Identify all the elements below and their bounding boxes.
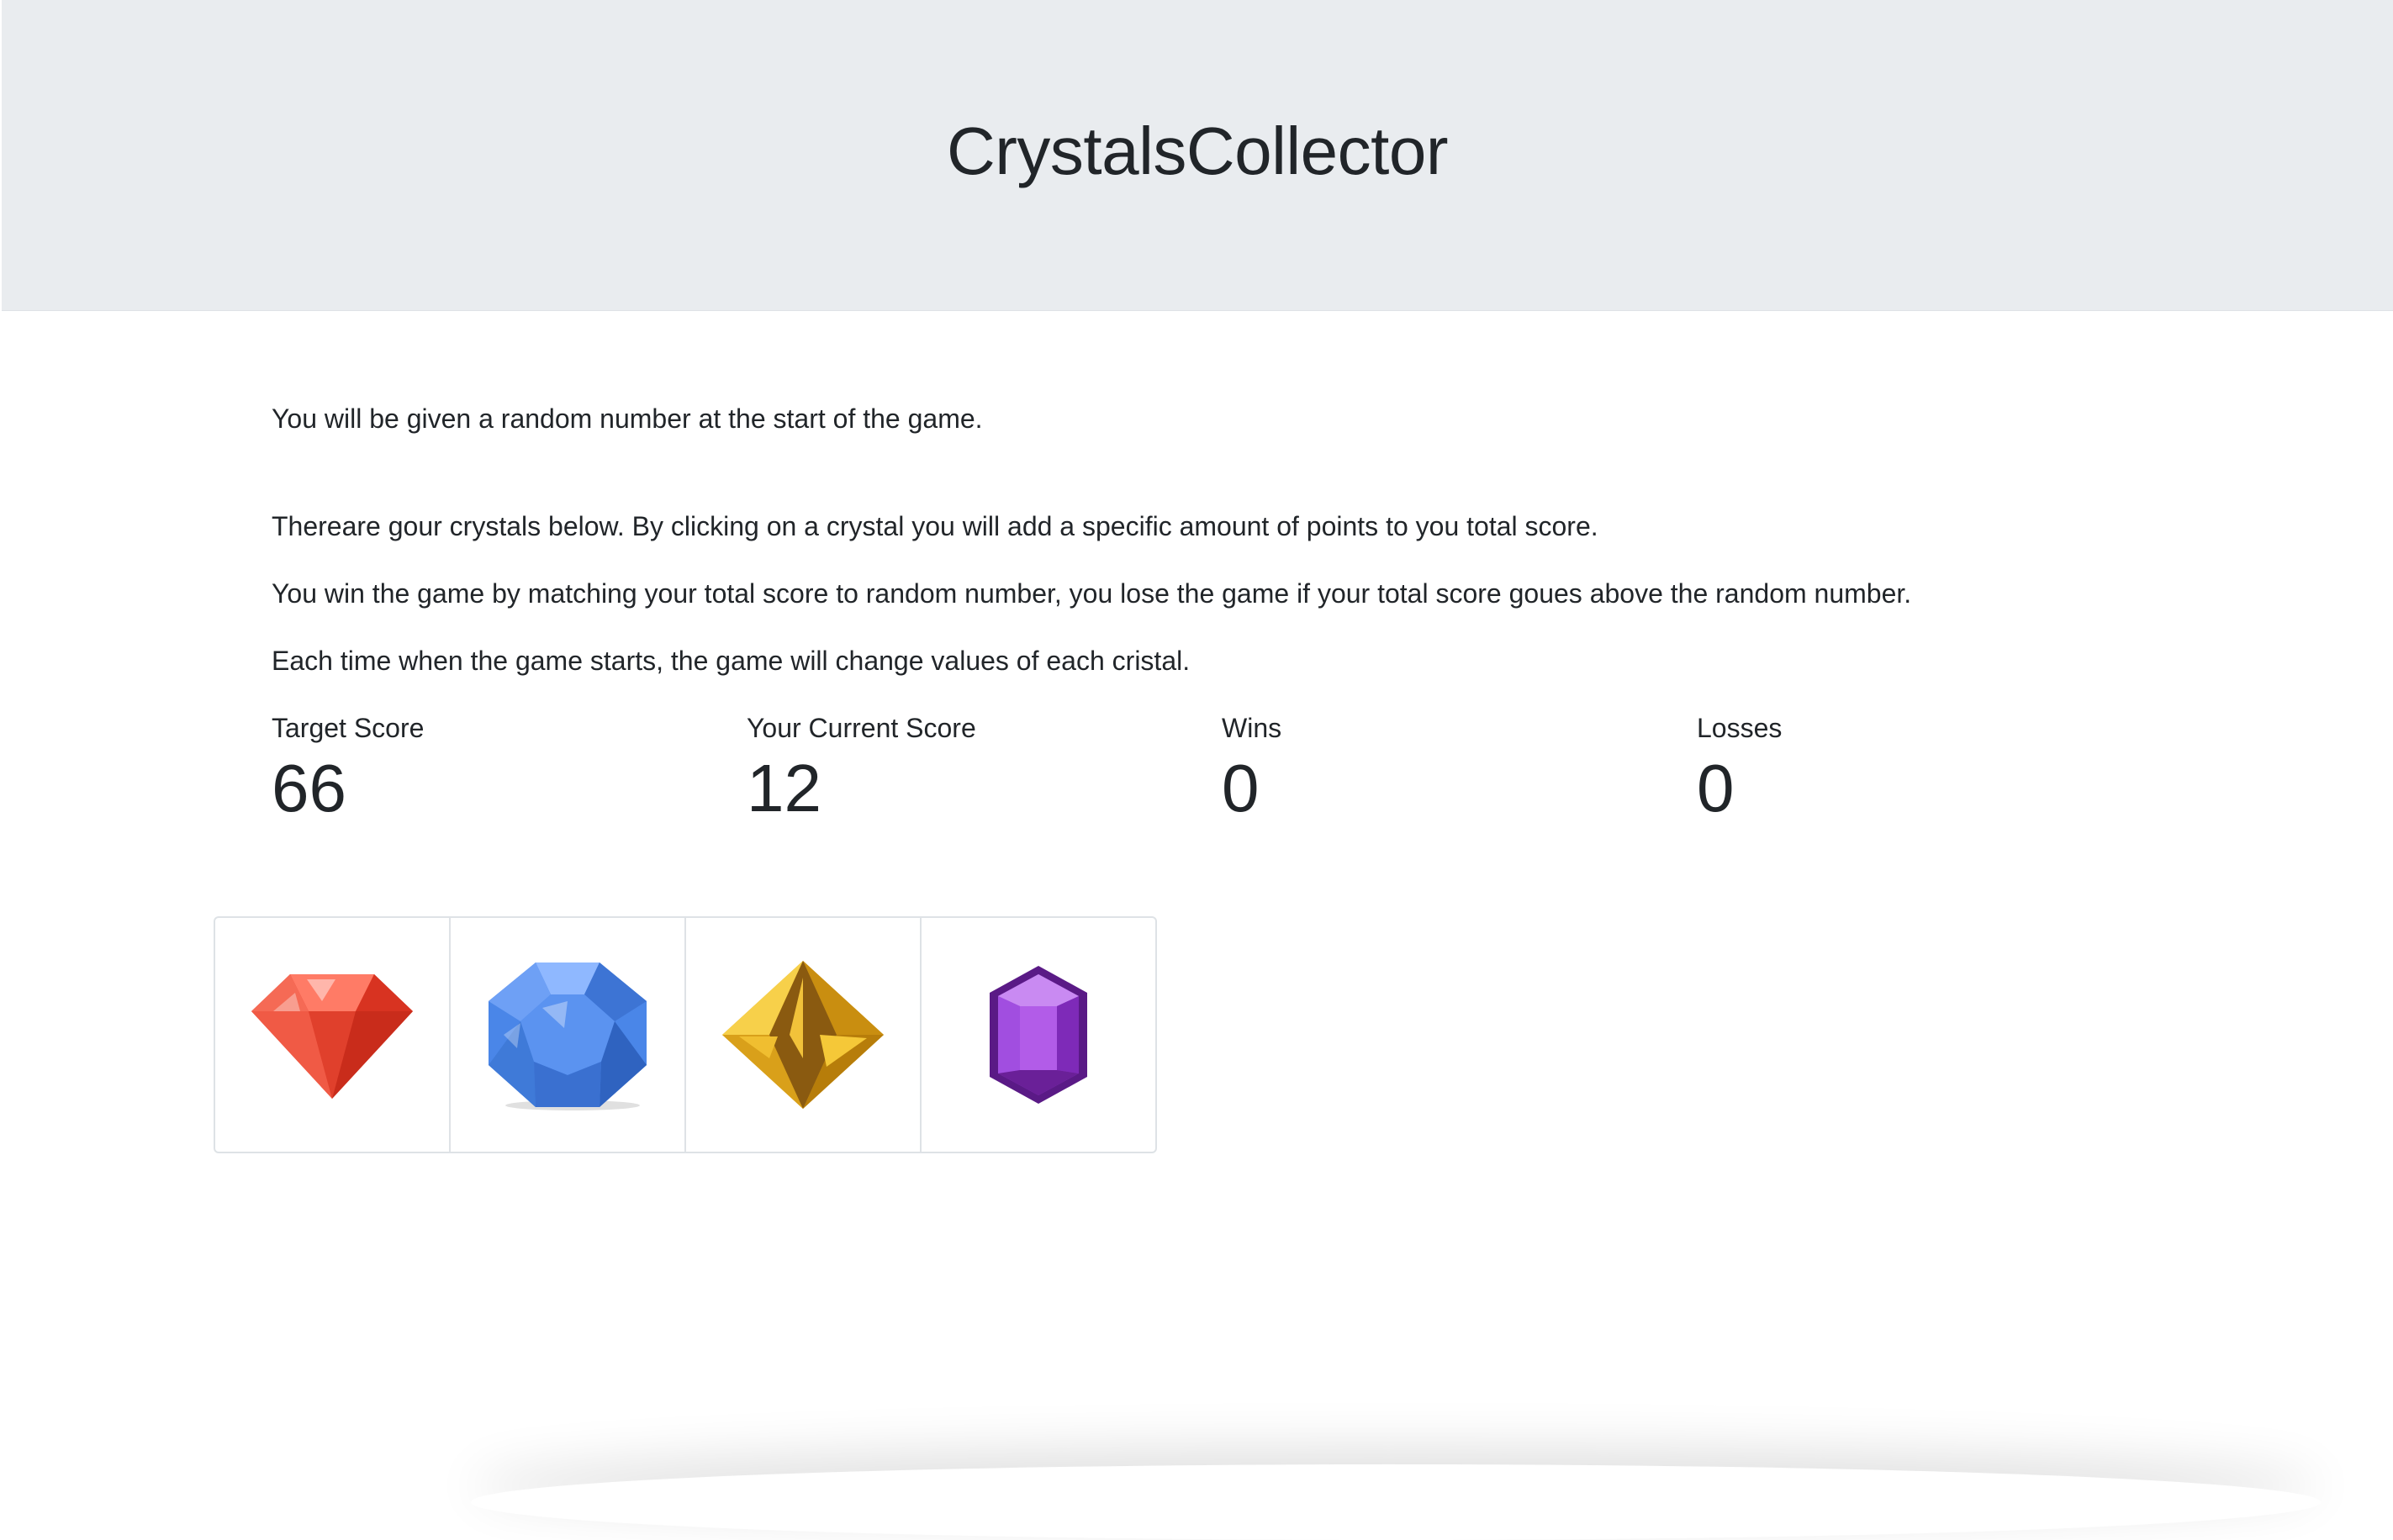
page-title: CrystalsCollector	[946, 113, 1449, 188]
losses-label: Losses	[1697, 713, 1783, 743]
yellow-gem-icon	[722, 961, 884, 1109]
instruction-line: Each time when the game starts, the game…	[272, 646, 1191, 676]
crystal-button-blue[interactable]	[449, 916, 686, 1153]
target-score-value: 66	[272, 751, 346, 825]
header-banner: CrystalsCollector	[2, 0, 2393, 311]
target-score-label: Target Score	[272, 713, 425, 743]
crystal-button-yellow[interactable]	[684, 916, 922, 1153]
crystal-row	[214, 916, 1157, 1153]
instructions: You will be given a random number at the…	[272, 397, 2205, 683]
target-score-panel: Target Score 66	[272, 706, 424, 829]
current-score-value: 12	[747, 751, 821, 825]
wins-label: Wins	[1222, 713, 1282, 743]
losses-panel: Losses 0	[1697, 706, 1782, 829]
current-score-label: Your Current Score	[747, 713, 976, 743]
instruction-line: You win the game by matching your total …	[272, 578, 1912, 609]
current-score-panel: Your Current Score 12	[747, 706, 976, 829]
red-gem-icon	[251, 974, 413, 1099]
purple-gem-icon	[990, 966, 1087, 1104]
crystal-button-purple[interactable]	[920, 916, 1157, 1153]
losses-value: 0	[1697, 751, 1735, 825]
instruction-line: Thereare gour crystals below. By clickin…	[272, 511, 1598, 541]
crystal-button-red[interactable]	[214, 916, 451, 1153]
blue-gem-icon	[489, 962, 647, 1110]
instruction-line: You will be given a random number at the…	[272, 403, 983, 434]
window-shadow	[471, 1464, 2321, 1540]
wins-panel: Wins 0	[1222, 706, 1281, 829]
wins-value: 0	[1222, 751, 1260, 825]
